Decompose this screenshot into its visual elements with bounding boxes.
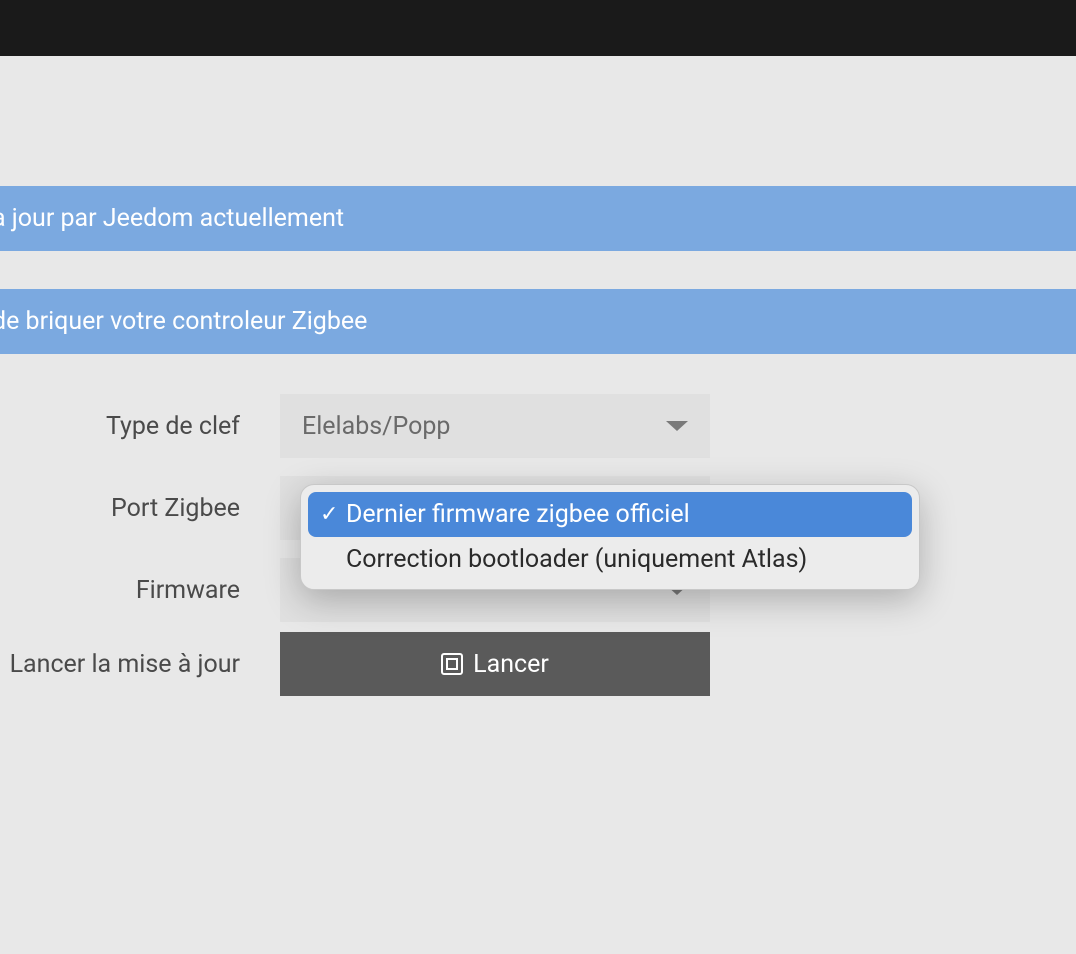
top-bar bbox=[0, 0, 1076, 56]
chevron-down-icon bbox=[666, 421, 688, 431]
content-area: a jour par Jeedom actuellement de brique… bbox=[0, 56, 1076, 696]
form-area: Type de clef Elelabs/Popp Port Zigbee At… bbox=[0, 354, 1076, 696]
banner-gap bbox=[0, 251, 1076, 289]
port-label: Port Zigbee bbox=[0, 494, 280, 523]
dropdown-option-selected[interactable]: ✓ Dernier firmware zigbee officiel bbox=[308, 492, 912, 537]
firmware-label: Firmware bbox=[0, 576, 280, 605]
launch-button-text: Lancer bbox=[473, 650, 549, 679]
dropdown-option[interactable]: Correction bootloader (uniquement Atlas) bbox=[308, 537, 912, 582]
firmware-dropdown-popup: ✓ Dernier firmware zigbee officiel Corre… bbox=[300, 484, 920, 590]
banner-1-text: a jour par Jeedom actuellement bbox=[0, 204, 344, 233]
key-type-value: Elelabs/Popp bbox=[302, 412, 450, 441]
info-banner-2: de briquer votre controleur Zigbee bbox=[0, 289, 1076, 354]
checkmark-icon: ✓ bbox=[320, 502, 346, 527]
launch-icon bbox=[441, 653, 463, 675]
option-text: Dernier firmware zigbee officiel bbox=[346, 500, 900, 529]
key-type-select[interactable]: Elelabs/Popp bbox=[280, 394, 710, 458]
option-text: Correction bootloader (uniquement Atlas) bbox=[346, 545, 900, 574]
key-type-label: Type de clef bbox=[0, 412, 280, 441]
info-banner-1: a jour par Jeedom actuellement bbox=[0, 186, 1076, 251]
form-row-key-type: Type de clef Elelabs/Popp bbox=[0, 394, 1076, 458]
launch-button[interactable]: Lancer bbox=[280, 632, 710, 696]
form-row-launch: Lancer la mise à jour Lancer bbox=[0, 632, 1076, 696]
launch-label: Lancer la mise à jour bbox=[0, 650, 280, 679]
banner-2-text: de briquer votre controleur Zigbee bbox=[0, 307, 367, 336]
